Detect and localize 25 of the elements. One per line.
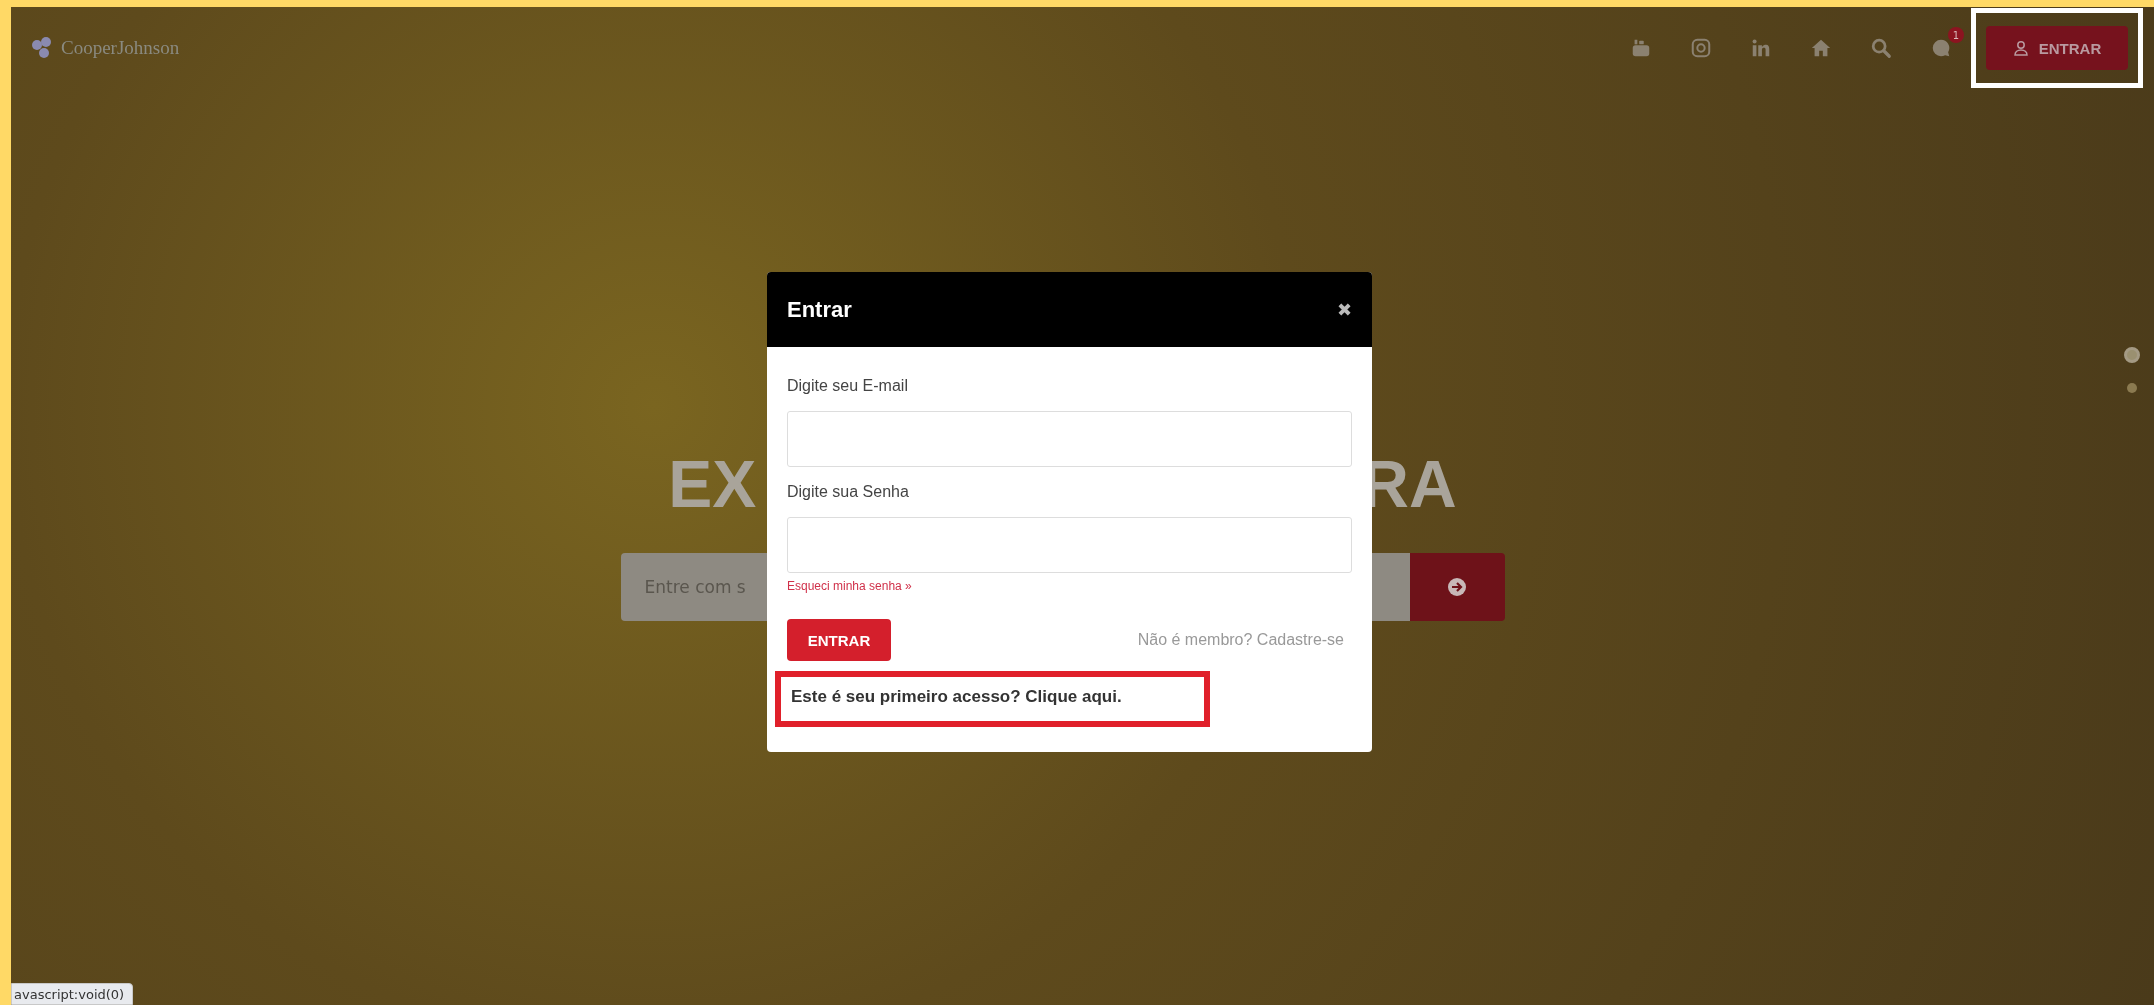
input-field[interactable] — [787, 411, 1352, 467]
notification-badge: 1 — [1948, 27, 1964, 43]
hero-title: EX — [668, 451, 757, 517]
input-field[interactable] — [787, 517, 1352, 573]
linkedin-icon[interactable] — [1750, 37, 1772, 59]
status-url: avascript:void(0) — [11, 983, 134, 1005]
field-label: Digite seu E-mail — [787, 377, 909, 395]
instagram-icon[interactable] — [1690, 37, 1712, 59]
dialog-title: Entrar — [787, 296, 852, 323]
search-icon[interactable] — [1870, 37, 1892, 59]
user-icon — [2012, 40, 2029, 56]
chat-bubble-icon[interactable] — [1930, 37, 1952, 59]
slider-dot[interactable] — [2127, 383, 2137, 393]
close-button[interactable]: ✖ — [1337, 298, 1352, 321]
home-icon[interactable] — [1810, 37, 1832, 59]
login-submit-button[interactable]: ENTRAR — [787, 619, 891, 661]
submit-button[interactable] — [1409, 553, 1505, 621]
login-button[interactable]: ENTRAR — [1986, 26, 2128, 70]
youtube-icon[interactable] — [1630, 37, 1652, 59]
signup-link[interactable]: Não é membro? Cadastre-se — [1137, 631, 1344, 649]
forgot-password-link[interactable]: Esqueci minha senha » — [787, 579, 912, 593]
slider-dot[interactable] — [2124, 347, 2140, 363]
field-label: Digite sua Senha — [787, 483, 910, 501]
arrow-circle-icon — [1447, 577, 1467, 597]
first-access-link[interactable]: Este é seu primeiro acesso? Clique aqui. — [791, 687, 1122, 706]
